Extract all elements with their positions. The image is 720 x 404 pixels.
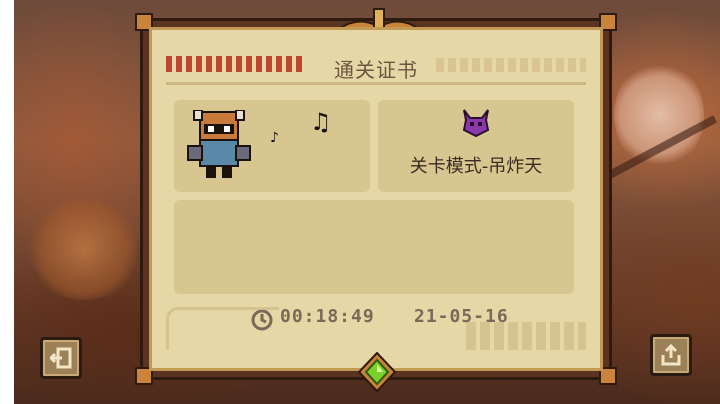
exit-door-icon: [50, 347, 72, 369]
character-panel: ♪ ♫: [174, 100, 370, 192]
decorative-pattern: [166, 307, 279, 350]
horned-knight-character-icon: [187, 110, 251, 178]
share-upload-icon: [661, 344, 681, 366]
divider: [166, 82, 586, 85]
green-gem-icon: [357, 352, 397, 392]
clear-time: 00:18:49: [280, 306, 375, 327]
title-row: 通关证书: [162, 52, 590, 85]
empty-detail-panel: [174, 200, 574, 294]
level-panel: 关卡模式-吊炸天: [378, 100, 574, 192]
decorative-pattern: [166, 56, 302, 72]
horned-demon-helmet-icon: [462, 109, 490, 138]
music-note-icon: ♪: [270, 130, 279, 146]
decorative-pattern: [436, 58, 586, 72]
music-note-icon: ♫: [310, 108, 332, 136]
clear-certificate-panel: 通关证书 ♪ ♫ 关卡模式-吊炸天 00:18:49 21-05-16: [135, 8, 617, 385]
level-name: 关卡模式-吊炸天: [409, 156, 543, 177]
certificate-parchment: 通关证书 ♪ ♫ 关卡模式-吊炸天 00:18:49 21-05-16: [149, 27, 603, 371]
exit-button[interactable]: [40, 337, 82, 379]
certificate-title: 通关证书: [320, 52, 432, 85]
decorative-pattern: [466, 322, 586, 350]
share-button[interactable]: [650, 334, 692, 376]
